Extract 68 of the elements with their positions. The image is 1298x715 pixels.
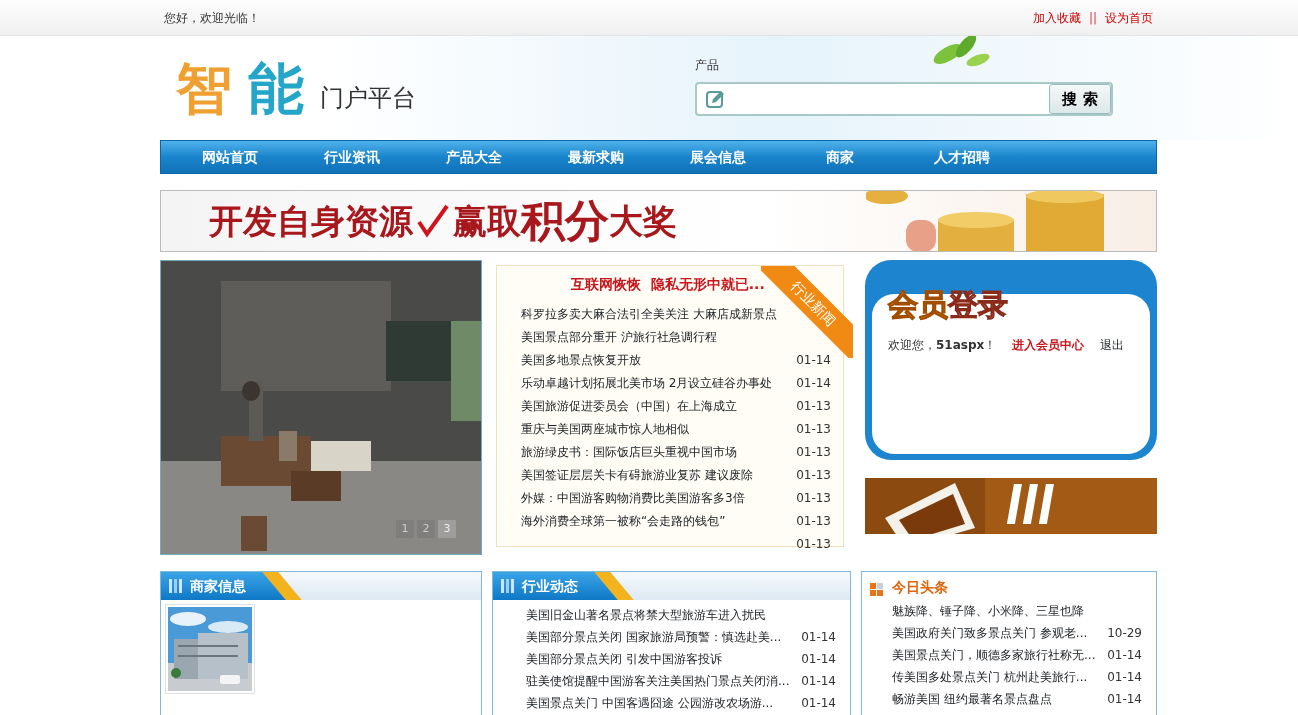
news-link[interactable]: 重庆与美国两座城市惊人地相似	[521, 418, 689, 441]
news-date: 10-29	[1107, 625, 1142, 642]
news-link[interactable]: 美国景点关门，顺德多家旅行社称无...	[892, 644, 1096, 666]
section-title: 商家信息	[190, 576, 246, 596]
member-center-link[interactable]: 进入会员中心	[1012, 336, 1085, 354]
news-date: 01-13	[796, 421, 831, 438]
news-date: 01-14	[801, 673, 836, 690]
nav-link[interactable]: 商家	[779, 146, 901, 168]
greeting-text: 您好，欢迎光临！	[164, 9, 260, 27]
bars-icon	[169, 579, 182, 593]
member-login-title: 登录	[948, 290, 1008, 320]
logo-subtitle: 门户平台	[320, 83, 416, 114]
news-link[interactable]: 美国旅游促进委员会（中国）在上海成立	[521, 395, 737, 418]
news-date: 01-14	[1107, 647, 1142, 664]
logo-character: 智	[176, 60, 232, 116]
news-link[interactable]: 美国部分景点关闭 国家旅游局预警：慎选赴美...	[526, 626, 782, 648]
news-link[interactable]: 传美国多处景点关门 杭州赴美旅行...	[892, 666, 1088, 688]
nav-link[interactable]: 展会信息	[657, 146, 779, 168]
search-field[interactable]: 搜 索	[695, 82, 1113, 116]
news-link[interactable]: 乐动卓越计划拓展北美市场 2月设立硅谷办事处	[521, 372, 773, 395]
news-date: 01-13	[796, 467, 831, 484]
news-link[interactable]: 美国政府关门致多景点关门 参观老...	[892, 622, 1088, 644]
search-button[interactable]: 搜 索	[1049, 84, 1111, 114]
news-date: 01-14	[801, 651, 836, 668]
news-date: 01-14	[1107, 691, 1142, 708]
news-date: 01-13	[796, 490, 831, 507]
separator-text: ||	[1088, 9, 1097, 27]
section-title: 行业动态	[522, 576, 578, 596]
news-link[interactable]: 美国部分景点关闭 引发中国游客投诉	[526, 648, 722, 670]
header-link[interactable]: 设为首页	[1105, 8, 1153, 27]
news-date: 01-14	[801, 695, 836, 712]
section-title: 今日头条	[892, 577, 948, 597]
news-link[interactable]: 美国景点部分重开 沪旅行社急调行程	[521, 326, 717, 349]
news-date: 01-13	[796, 398, 831, 415]
news-date: 01-14	[1107, 669, 1142, 686]
member-login-title: 会员	[888, 290, 948, 320]
news-date: 01-13	[796, 444, 831, 461]
banner-text: 赢取	[453, 204, 521, 238]
nav-link[interactable]: 网站首页	[169, 146, 291, 168]
news-link[interactable]: 魅族降、锤子降、小米降、三星也降	[892, 600, 1084, 622]
news-link[interactable]: 外媒：中国游客购物消费比美国游客多3倍	[521, 487, 745, 510]
news-date: 01-13	[796, 513, 831, 530]
news-link[interactable]: 旅游绿皮书：国际饭店巨头重视中国市场	[521, 441, 737, 464]
banner-text: 大奖	[609, 204, 677, 238]
news-link[interactable]: 畅游美国 纽约最著名景点盘点	[892, 688, 1052, 710]
nav-link[interactable]: 人才招聘	[901, 146, 1023, 168]
header-link[interactable]: 加入收藏	[1032, 8, 1081, 27]
news-link[interactable]: 海外消费全球第一被称“会走路的钱包”	[521, 510, 726, 533]
news-date: 01-14	[801, 629, 836, 646]
news-date: 01-13	[796, 536, 831, 553]
welcome-text: 欢迎您，51aspx！	[888, 337, 997, 354]
news-link[interactable]: 驻美使馆提醒中国游客关注美国热门景点关闭消...	[526, 670, 790, 692]
search-label: 产品	[695, 57, 719, 74]
nav-link[interactable]: 行业资讯	[291, 146, 413, 168]
nav-link[interactable]: 产品大全	[413, 146, 535, 168]
banner-text: 积分	[521, 199, 609, 243]
bars-icon	[501, 579, 514, 593]
edit-icon	[705, 89, 725, 109]
news-link[interactable]: 美国景点关门 中国客遇囧途 公园游改农场游...	[526, 692, 774, 714]
logo-character: 能	[248, 60, 304, 116]
news-link[interactable]: 美国旧金山著名景点将禁大型旅游车进入扰民	[526, 604, 766, 626]
check-icon	[417, 204, 449, 238]
banner-text: 开发自身资源	[209, 204, 413, 238]
news-date: 01-14	[796, 375, 831, 392]
news-link[interactable]: 美国多地景点恢复开放	[521, 349, 641, 372]
nav-link[interactable]: 最新求购	[535, 146, 657, 168]
logout-link[interactable]: 退出	[1100, 336, 1125, 354]
news-link[interactable]: 美国签证层层关卡有碍旅游业复苏 建议废除	[521, 464, 753, 487]
